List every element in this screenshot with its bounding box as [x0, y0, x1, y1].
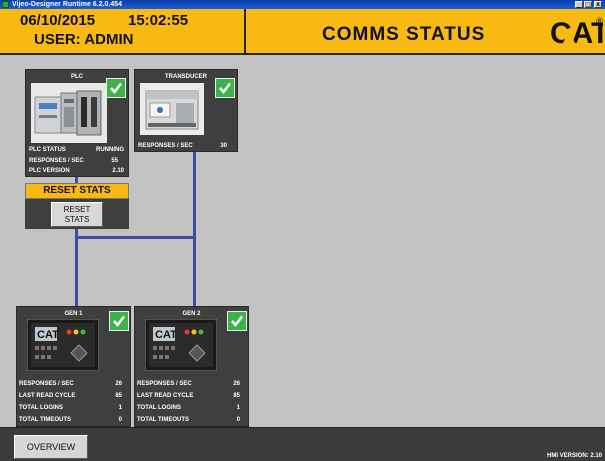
date-display: 06/10/2015: [20, 12, 96, 29]
gen2-stat-label: RESPONSES / SEC: [137, 381, 192, 387]
gen2-stat-label: TOTAL TIMEOUTS: [137, 417, 189, 423]
footer-bar: OVERVIEW HMI VERSION: 2.10: [0, 427, 605, 461]
header-bar: 06/10/2015 15:02:55 USER: ADMIN COMMS ST…: [0, 9, 605, 55]
reset-stats-button-line2: STATS: [64, 215, 90, 224]
gen2-stat-value: 0: [236, 417, 240, 423]
gen2-stat-value: 26: [233, 381, 240, 387]
transducer-card[interactable]: TRANSDUCER RESPONSES / SEC 30: [134, 69, 238, 152]
cat-logo: CAT ®: [550, 17, 603, 49]
link-plc-gen1: [75, 228, 78, 306]
gen2-status-check-icon: [227, 311, 247, 331]
svg-text:CAT: CAT: [155, 329, 177, 341]
gen1-stat-value: 0: [118, 417, 122, 423]
reset-stats-button-line1: RESET: [63, 205, 91, 214]
overview-button[interactable]: OVERVIEW: [14, 435, 88, 459]
page-title: COMMS STATUS: [322, 24, 486, 45]
transducer-status-check-icon: [215, 78, 235, 98]
plc-status-check-icon: [106, 78, 126, 98]
reset-stats-panel: RESET STATS RESET STATS: [25, 183, 129, 229]
gen2-controller-image: CAT: [145, 319, 217, 371]
window-titlebar: Vijeo-Designer Runtime 6.2.0.454 _ □ x: [0, 0, 605, 9]
window-title: Vijeo-Designer Runtime 6.2.0.454: [12, 1, 122, 8]
plc-responses-label: RESPONSES / SEC: [29, 158, 84, 164]
reset-stats-label: RESET STATS: [25, 183, 129, 199]
gen1-stat-label: LAST READ CYCLE: [19, 393, 76, 399]
svg-text:CAT: CAT: [37, 329, 59, 341]
svg-text:®: ®: [595, 17, 603, 27]
gen1-controller-image: CAT: [27, 319, 99, 371]
hmi-version: HMI VERSION: 2.10: [546, 453, 602, 459]
gen1-card[interactable]: GEN 1 CAT RESPONSES / SEC 26 LAST READ C…: [16, 306, 131, 427]
transducer-responses-value: 30: [220, 143, 227, 149]
gen1-stat-label: TOTAL LOGINS: [19, 405, 64, 411]
gen2-stat-label: LAST READ CYCLE: [137, 393, 194, 399]
time-display: 15:02:55: [128, 12, 189, 29]
minimize-button[interactable]: _: [575, 1, 583, 8]
gen2-card[interactable]: GEN 2 CAT RESPONSES / SEC 26 LAST READ C…: [134, 306, 249, 427]
plc-version-value: 2.10: [112, 168, 124, 174]
gen2-stat-label: TOTAL LOGINS: [137, 405, 182, 411]
maximize-button[interactable]: □: [584, 1, 592, 8]
close-button[interactable]: x: [594, 1, 602, 8]
gen2-stat-value: 85: [233, 393, 240, 399]
user-display: USER: ADMIN: [34, 31, 134, 48]
gen1-stat-label: RESPONSES / SEC: [19, 381, 74, 387]
plc-status-label: PLC STATUS: [29, 147, 66, 153]
gen1-stat-value: 26: [115, 381, 122, 387]
hmi-screen: Vijeo-Designer Runtime 6.2.0.454 _ □ x 0…: [0, 0, 605, 461]
header-info: 06/10/2015 15:02:55 USER: ADMIN: [0, 9, 246, 53]
plc-responses-value: 55: [111, 158, 118, 164]
plc-card[interactable]: PLC PLC STATUS RUNNING RESPONSES / SEC 5…: [25, 69, 129, 177]
app-icon: [2, 1, 9, 8]
plc-status-value: RUNNING: [96, 147, 124, 153]
gen1-status-check-icon: [109, 311, 129, 331]
gen1-stat-label: TOTAL TIMEOUTS: [19, 417, 71, 423]
plc-device-image: [31, 83, 107, 143]
link-transducer-gen2: [193, 152, 196, 306]
plc-version-label: PLC VERSION: [29, 168, 70, 174]
transducer-responses-label: RESPONSES / SEC: [138, 143, 193, 149]
transducer-device-image: [140, 83, 204, 135]
reset-stats-button[interactable]: RESET STATS: [51, 202, 103, 227]
gen1-stat-value: 85: [115, 393, 122, 399]
link-bus-horizontal: [75, 236, 196, 239]
gen1-stat-value: 1: [118, 405, 122, 411]
gen2-stat-value: 1: [236, 405, 240, 411]
